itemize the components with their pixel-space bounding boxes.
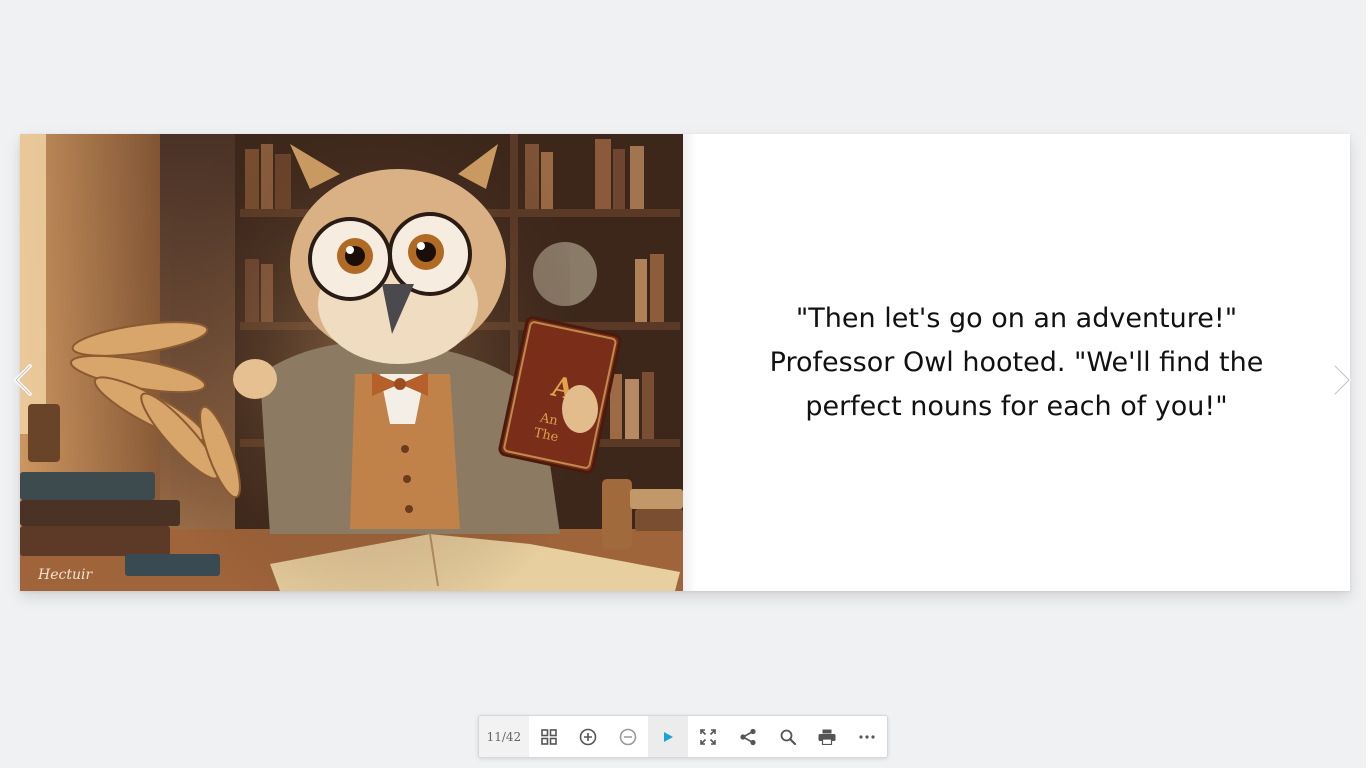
autoplay-button[interactable] xyxy=(648,716,688,757)
story-paragraph: "Then let's go on an adventure!" Profess… xyxy=(747,297,1287,429)
story-line: perfect nouns for each of you!" xyxy=(805,390,1228,422)
owl-professor-illustration: A. An The Hectuir xyxy=(20,134,683,591)
more-icon xyxy=(859,734,875,739)
zoom-in-button[interactable] xyxy=(569,716,609,757)
share-button[interactable] xyxy=(728,716,768,757)
fullscreen-icon xyxy=(700,728,716,745)
artist-signature: Hectuir xyxy=(37,567,93,583)
zoom-out-button[interactable] xyxy=(608,716,648,757)
left-page-illustration: A. An The Hectuir xyxy=(20,134,683,591)
page-counter[interactable]: 11/42 xyxy=(479,716,529,757)
story-line: "Then let's go on an adventure!" xyxy=(795,302,1238,334)
play-icon xyxy=(664,731,674,742)
thumbnails-button[interactable] xyxy=(529,716,569,757)
fullscreen-button[interactable] xyxy=(688,716,728,757)
viewer-toolbar: 11/42 xyxy=(478,715,888,758)
more-options-button[interactable] xyxy=(847,716,887,757)
next-page-button[interactable] xyxy=(1328,362,1356,398)
previous-page-button[interactable] xyxy=(9,362,37,398)
chevron-right-icon xyxy=(1333,364,1351,396)
print-button[interactable] xyxy=(807,716,847,757)
search-button[interactable] xyxy=(768,716,808,757)
chevron-left-icon xyxy=(14,364,32,396)
right-page-text: "Then let's go on an adventure!" Profess… xyxy=(683,134,1350,591)
share-icon xyxy=(740,728,756,745)
zoom-in-icon xyxy=(580,728,597,745)
flipbook-spread: A. An The Hectuir "Then let's go on an a… xyxy=(20,134,1350,591)
search-icon xyxy=(780,729,796,745)
print-icon xyxy=(818,729,836,745)
zoom-out-icon xyxy=(619,728,637,745)
grid-icon xyxy=(540,728,557,745)
story-line: Professor Owl hooted. "We'll find the xyxy=(769,346,1264,378)
